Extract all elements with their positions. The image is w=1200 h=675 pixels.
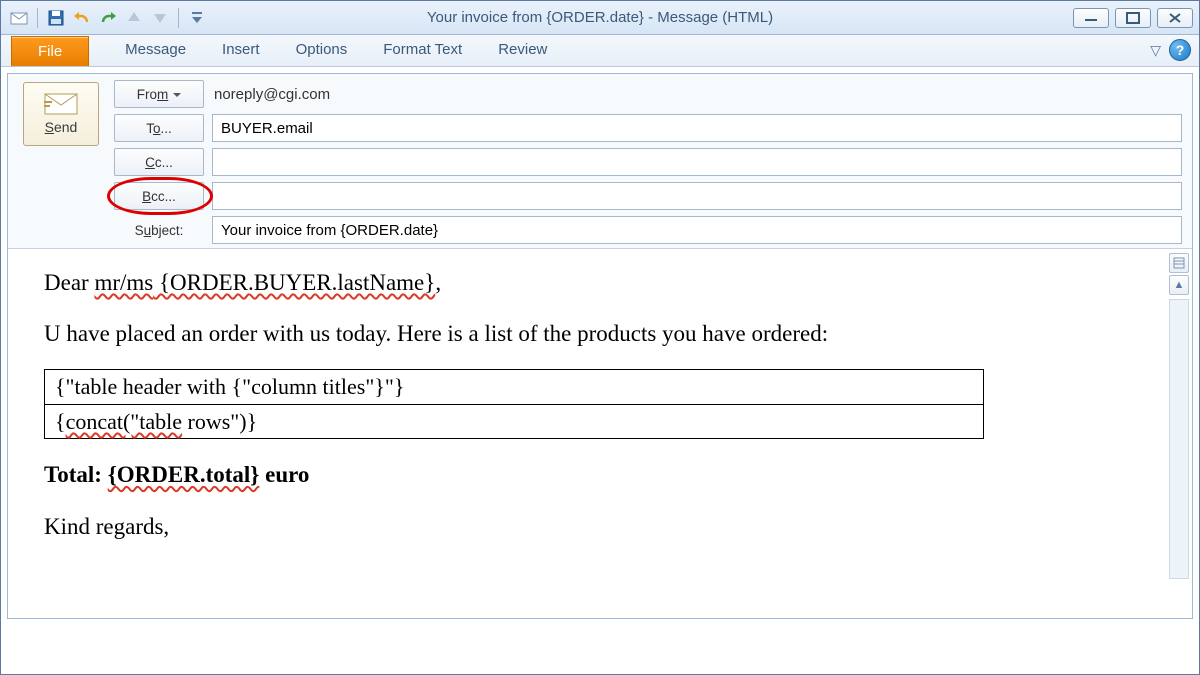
send-envelope-icon — [44, 93, 78, 115]
ruler-toggle-icon[interactable] — [1169, 253, 1189, 273]
body-side-rail: ▲ — [1168, 253, 1190, 579]
tab-options[interactable]: Options — [278, 35, 366, 66]
tab-insert[interactable]: Insert — [204, 35, 278, 66]
subject-label: Subject: — [114, 223, 204, 238]
greeting-line: Dear mr/ms {ORDER.BUYER.lastName}, — [44, 267, 1164, 298]
bcc-input[interactable] — [212, 182, 1182, 210]
vertical-scrollbar[interactable] — [1169, 299, 1189, 579]
title-bar: Your invoice from {ORDER.date} - Message… — [1, 1, 1199, 35]
tab-review[interactable]: Review — [480, 35, 565, 66]
from-button[interactable]: From — [114, 80, 204, 108]
maximize-button[interactable] — [1115, 8, 1151, 28]
ribbon-minimize-icon[interactable]: ▽ — [1150, 42, 1161, 59]
prev-item-icon[interactable] — [122, 6, 146, 30]
file-tab[interactable]: File — [11, 36, 89, 66]
to-button[interactable]: To... — [114, 114, 204, 142]
cc-input[interactable] — [212, 148, 1182, 176]
to-input[interactable] — [212, 114, 1182, 142]
from-value: noreply@cgi.com — [212, 86, 1182, 103]
window-controls — [1073, 8, 1193, 28]
send-label: Send — [45, 119, 78, 135]
send-button[interactable]: Send — [23, 82, 99, 146]
total-line: Total: {ORDER.total} euro — [44, 459, 1164, 490]
next-item-icon[interactable] — [148, 6, 172, 30]
message-header: Send From noreply@cgi.com To... Cc... Bc… — [8, 74, 1192, 248]
compose-pane: Send From noreply@cgi.com To... Cc... Bc… — [7, 73, 1193, 619]
mail-icon[interactable] — [7, 6, 31, 30]
bcc-button[interactable]: Bcc... — [114, 182, 204, 210]
scroll-up-icon[interactable]: ▲ — [1169, 275, 1189, 295]
qat-customize-icon[interactable] — [185, 6, 209, 30]
redo-icon[interactable] — [96, 6, 120, 30]
undo-icon[interactable] — [70, 6, 94, 30]
tab-format-text[interactable]: Format Text — [365, 35, 480, 66]
template-table: {"table header with {"column titles"}"} … — [44, 369, 984, 439]
intro-line: U have placed an order with us today. He… — [44, 318, 1164, 349]
quick-access-toolbar — [7, 6, 209, 30]
tab-message[interactable]: Message — [107, 35, 204, 66]
table-row: {"table header with {"column titles"}"} — [45, 370, 984, 405]
help-icon[interactable]: ? — [1169, 39, 1191, 61]
minimize-button[interactable] — [1073, 8, 1109, 28]
save-icon[interactable] — [44, 6, 68, 30]
ribbon: File Message Insert Options Format Text … — [1, 35, 1199, 67]
signoff-line: Kind regards, — [44, 511, 1164, 542]
subject-input[interactable] — [212, 216, 1182, 244]
close-button[interactable] — [1157, 8, 1193, 28]
table-row: {concat("table rows")} — [45, 404, 984, 439]
message-body[interactable]: Dear mr/ms {ORDER.BUYER.lastName}, U hav… — [8, 248, 1192, 618]
cc-button[interactable]: Cc... — [114, 148, 204, 176]
